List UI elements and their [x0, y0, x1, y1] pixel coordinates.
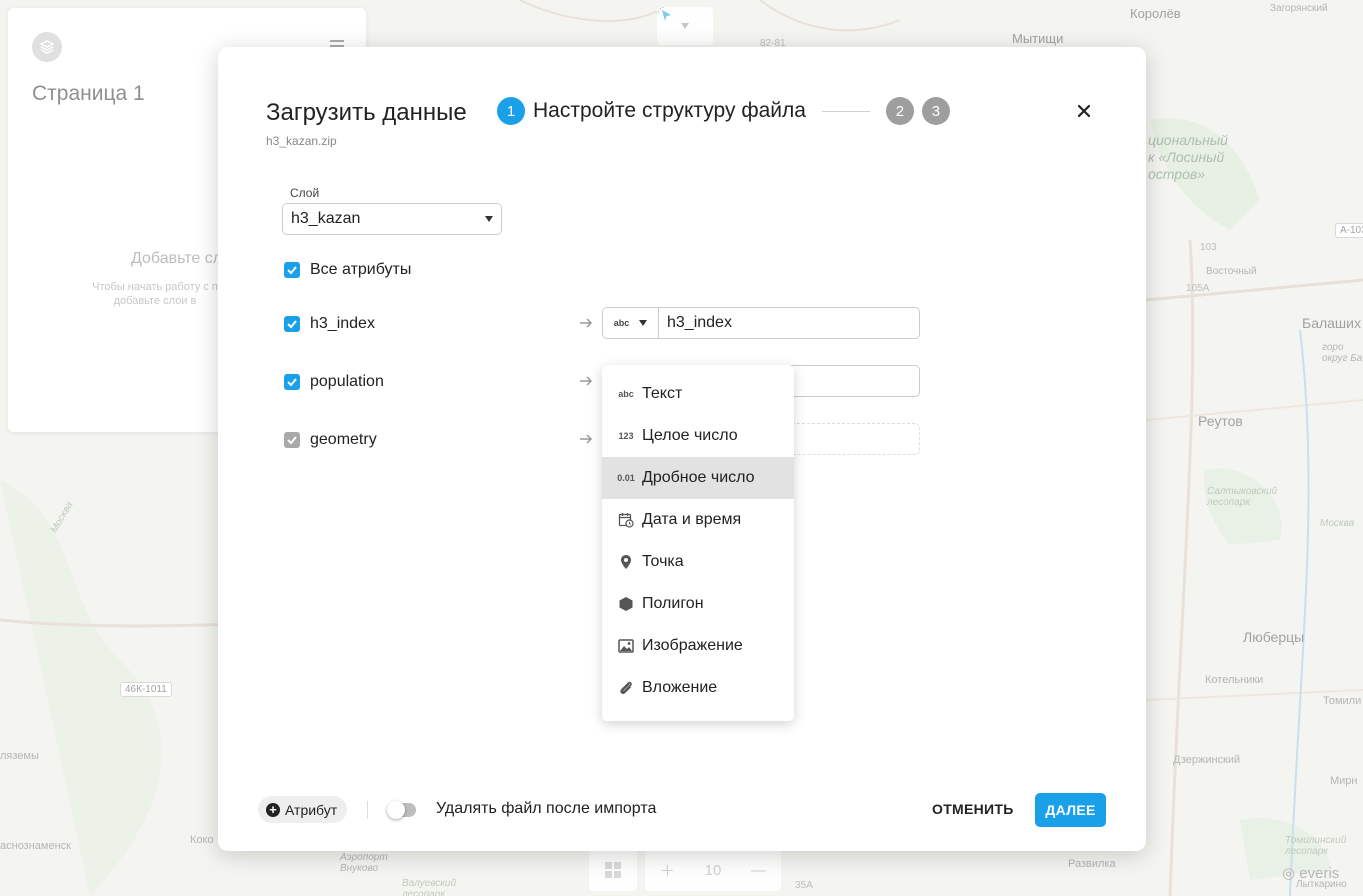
- type-option-text[interactable]: abc Текст: [602, 373, 794, 415]
- type-option-polygon[interactable]: Полигон: [602, 583, 794, 625]
- type-select-button[interactable]: abc: [603, 308, 659, 338]
- all-attributes-row: Все атрибуты: [284, 261, 411, 279]
- stepper: 1 Настройте структуру файла 2 3: [497, 97, 950, 125]
- footer-divider: [367, 801, 368, 819]
- check-icon: [287, 266, 297, 275]
- arrow-right-icon: [580, 376, 593, 386]
- layer-field-label: Слой: [290, 186, 320, 200]
- all-attributes-checkbox[interactable]: [284, 262, 300, 278]
- type-option-datetime[interactable]: Дата и время: [602, 499, 794, 541]
- check-icon: [287, 320, 297, 329]
- type-option-label: Дата и время: [642, 511, 742, 528]
- type-option-label: Изображение: [642, 637, 743, 654]
- check-icon: [287, 436, 297, 445]
- layer-select-value: h3_kazan: [291, 210, 361, 227]
- attribute-row: h3_index: [284, 315, 375, 333]
- attribute-name: h3_index: [310, 315, 375, 332]
- attribute-row: geometry: [284, 431, 377, 449]
- text-type-icon: abc: [613, 318, 630, 328]
- plus-circle-icon: +: [266, 802, 280, 817]
- upload-data-modal: Загрузить данные h3_kazan.zip 1 Настройт…: [218, 47, 1146, 851]
- type-option-label: Целое число: [642, 427, 738, 444]
- arrow-right-icon: [580, 318, 593, 328]
- type-option-label: Текст: [642, 385, 683, 402]
- type-option-image[interactable]: Изображение: [602, 625, 794, 667]
- paperclip-icon: [620, 681, 632, 695]
- attribute-checkbox[interactable]: [284, 374, 300, 390]
- step-2-indicator: 2: [885, 97, 914, 125]
- stepper-divider: [821, 110, 870, 112]
- attribute-name: population: [310, 373, 384, 390]
- attribute-checkbox-disabled: [284, 432, 300, 448]
- layer-select[interactable]: h3_kazan: [282, 203, 502, 235]
- type-option-label: Вложение: [642, 679, 718, 696]
- close-icon: [1077, 104, 1091, 118]
- decimal-icon: 0.01: [617, 473, 635, 483]
- type-dropdown-menu: abc Текст 123 Целое число 0.01 Дробное ч…: [602, 365, 794, 721]
- type-option-label: Полигон: [642, 595, 704, 612]
- step-1-label: Настройте структуру файла: [533, 99, 806, 122]
- type-option-decimal[interactable]: 0.01 Дробное число: [602, 457, 794, 499]
- type-option-integer[interactable]: 123 Целое число: [602, 415, 794, 457]
- type-option-label: Точка: [642, 553, 684, 570]
- close-button[interactable]: [1076, 103, 1092, 119]
- attribute-mapping-field: abc h3_index: [602, 307, 920, 339]
- hexagon-icon: [619, 597, 633, 611]
- type-option-attachment[interactable]: Вложение: [602, 667, 794, 709]
- delete-file-toggle[interactable]: [387, 801, 416, 819]
- file-name: h3_kazan.zip: [266, 134, 337, 148]
- cancel-button[interactable]: ОТМЕНИТЬ: [932, 801, 1014, 817]
- next-button[interactable]: ДАЛЕЕ: [1035, 793, 1106, 827]
- attribute-name: geometry: [310, 431, 377, 448]
- step-1-indicator: 1: [497, 97, 525, 125]
- attribute-row: population: [284, 373, 384, 391]
- type-option-label: Дробное число: [642, 469, 755, 486]
- integer-icon: 123: [618, 431, 634, 441]
- map-pin-icon: [621, 555, 631, 569]
- all-attributes-label: Все атрибуты: [310, 261, 412, 278]
- check-icon: [287, 378, 297, 387]
- toggle-knob: [387, 801, 405, 819]
- add-attribute-label: Атрибут: [285, 801, 338, 818]
- arrow-right-icon: [580, 434, 593, 444]
- caret-down-icon: [639, 320, 648, 326]
- attribute-checkbox[interactable]: [284, 316, 300, 332]
- add-attribute-button[interactable]: + Атрибут: [258, 796, 348, 823]
- text-icon: abc: [618, 389, 634, 399]
- calendar-clock-icon: [618, 513, 634, 528]
- image-icon: [618, 639, 634, 653]
- attribute-target-input[interactable]: h3_index: [659, 314, 732, 332]
- caret-down-icon: [485, 216, 493, 222]
- step-3-indicator: 3: [921, 97, 950, 125]
- delete-file-toggle-label: Удалять файл после импорта: [436, 800, 657, 817]
- type-option-point[interactable]: Точка: [602, 541, 794, 583]
- modal-title: Загрузить данные: [266, 99, 467, 126]
